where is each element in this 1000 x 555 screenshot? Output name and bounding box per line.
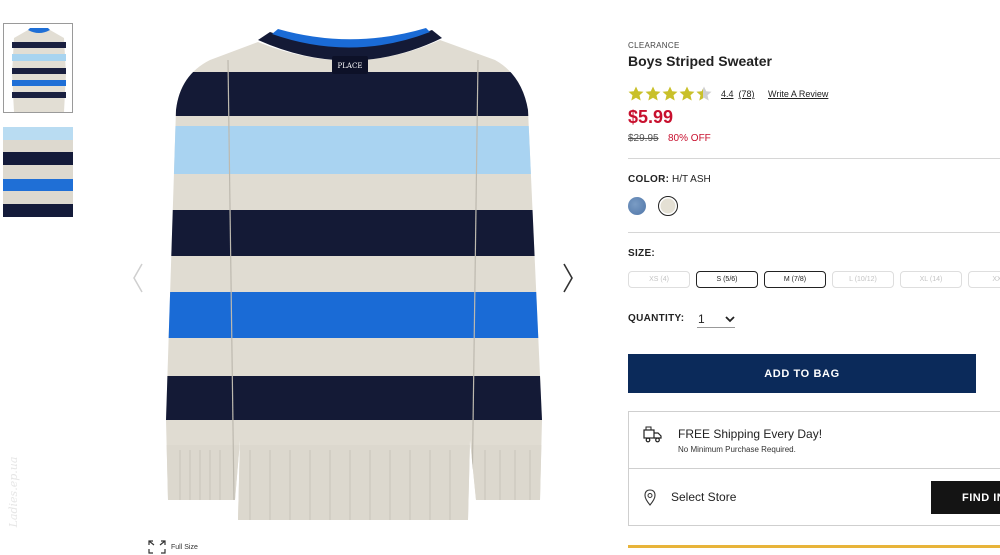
size-option-l[interactable]: L (10/12) [832,271,894,288]
product-title: Boys Striped Sweater [628,53,772,69]
add-to-bag-button[interactable]: ADD TO BAG [628,354,976,393]
delivery-truck-icon [643,426,662,443]
product-image: PLACE [150,20,555,530]
accent-bar [628,545,1000,548]
star-icon [645,86,661,101]
free-shipping-row: FREE Shipping Every Day! No Minimum Purc… [629,412,1000,469]
color-swatch-ash-selected[interactable] [658,196,678,216]
size-label-row: SIZE: [628,248,655,259]
select-store-link[interactable]: Select Store [671,490,736,504]
size-option-s[interactable]: S (5/6) [696,271,758,288]
size-option-xl[interactable]: XL (14) [900,271,962,288]
star-icon [628,86,644,101]
color-swatch-blue[interactable] [628,197,646,215]
full-size-button[interactable]: Full Size [148,539,198,555]
watermark-text: Ladies.ep.ua [7,457,20,529]
quantity-label: QUANTITY: [628,313,685,324]
fulfillment-box: FREE Shipping Every Day! No Minimum Purc… [628,411,1000,526]
watermark: Ladies.ep.ua [2,430,24,555]
location-pin-icon [644,489,656,506]
product-details-panel: CLEARANCE Boys Striped Sweater 4.4 (78) … [628,0,1000,555]
color-label-row: COLOR: H/T ASH [628,174,711,185]
color-selected: H/T ASH [672,174,711,185]
original-price: $29.95 [628,133,659,144]
color-label: COLOR: [628,174,670,185]
thumbnail-detail[interactable] [3,127,73,217]
find-in-store-button[interactable]: FIND IN [931,481,1000,514]
star-icon [679,86,695,101]
expand-icon [148,540,166,554]
write-review-link[interactable]: Write A Review [768,89,828,99]
clearance-label: CLEARANCE [628,41,680,50]
star-icon-partial [696,86,712,101]
divider [628,158,1000,159]
size-options: XS (4) S (5/6) M (7/8) L (10/12) XL (14)… [628,271,1000,288]
rating-stars [628,86,712,101]
chevron-down-icon [725,315,735,322]
free-shipping-subtitle: No Minimum Purchase Required. [678,445,796,454]
full-size-label: Full Size [171,543,198,551]
rating-value[interactable]: 4.4 [721,89,734,99]
size-option-xs[interactable]: XS (4) [628,271,690,288]
rating-summary[interactable]: 4.4 (78) [721,89,755,99]
svg-text:PLACE: PLACE [338,62,363,70]
thumbnail-front[interactable] [3,23,73,113]
divider [628,232,1000,233]
discount-label: 80% OFF [668,133,711,144]
free-shipping-title: FREE Shipping Every Day! [678,427,823,441]
size-option-xxl[interactable]: XXL [968,271,1000,288]
quantity-label-row: QUANTITY: [628,313,684,324]
size-label: SIZE: [628,248,656,259]
quantity-select[interactable]: 1 [697,311,735,328]
previous-image-arrow-icon[interactable] [128,260,148,296]
star-icon [662,86,678,101]
sale-price: $5.99 [628,107,674,127]
size-option-m[interactable]: M (7/8) [764,271,826,288]
quantity-value: 1 [698,312,705,326]
next-image-arrow-icon[interactable] [558,260,578,296]
rating-count[interactable]: (78) [739,89,755,99]
